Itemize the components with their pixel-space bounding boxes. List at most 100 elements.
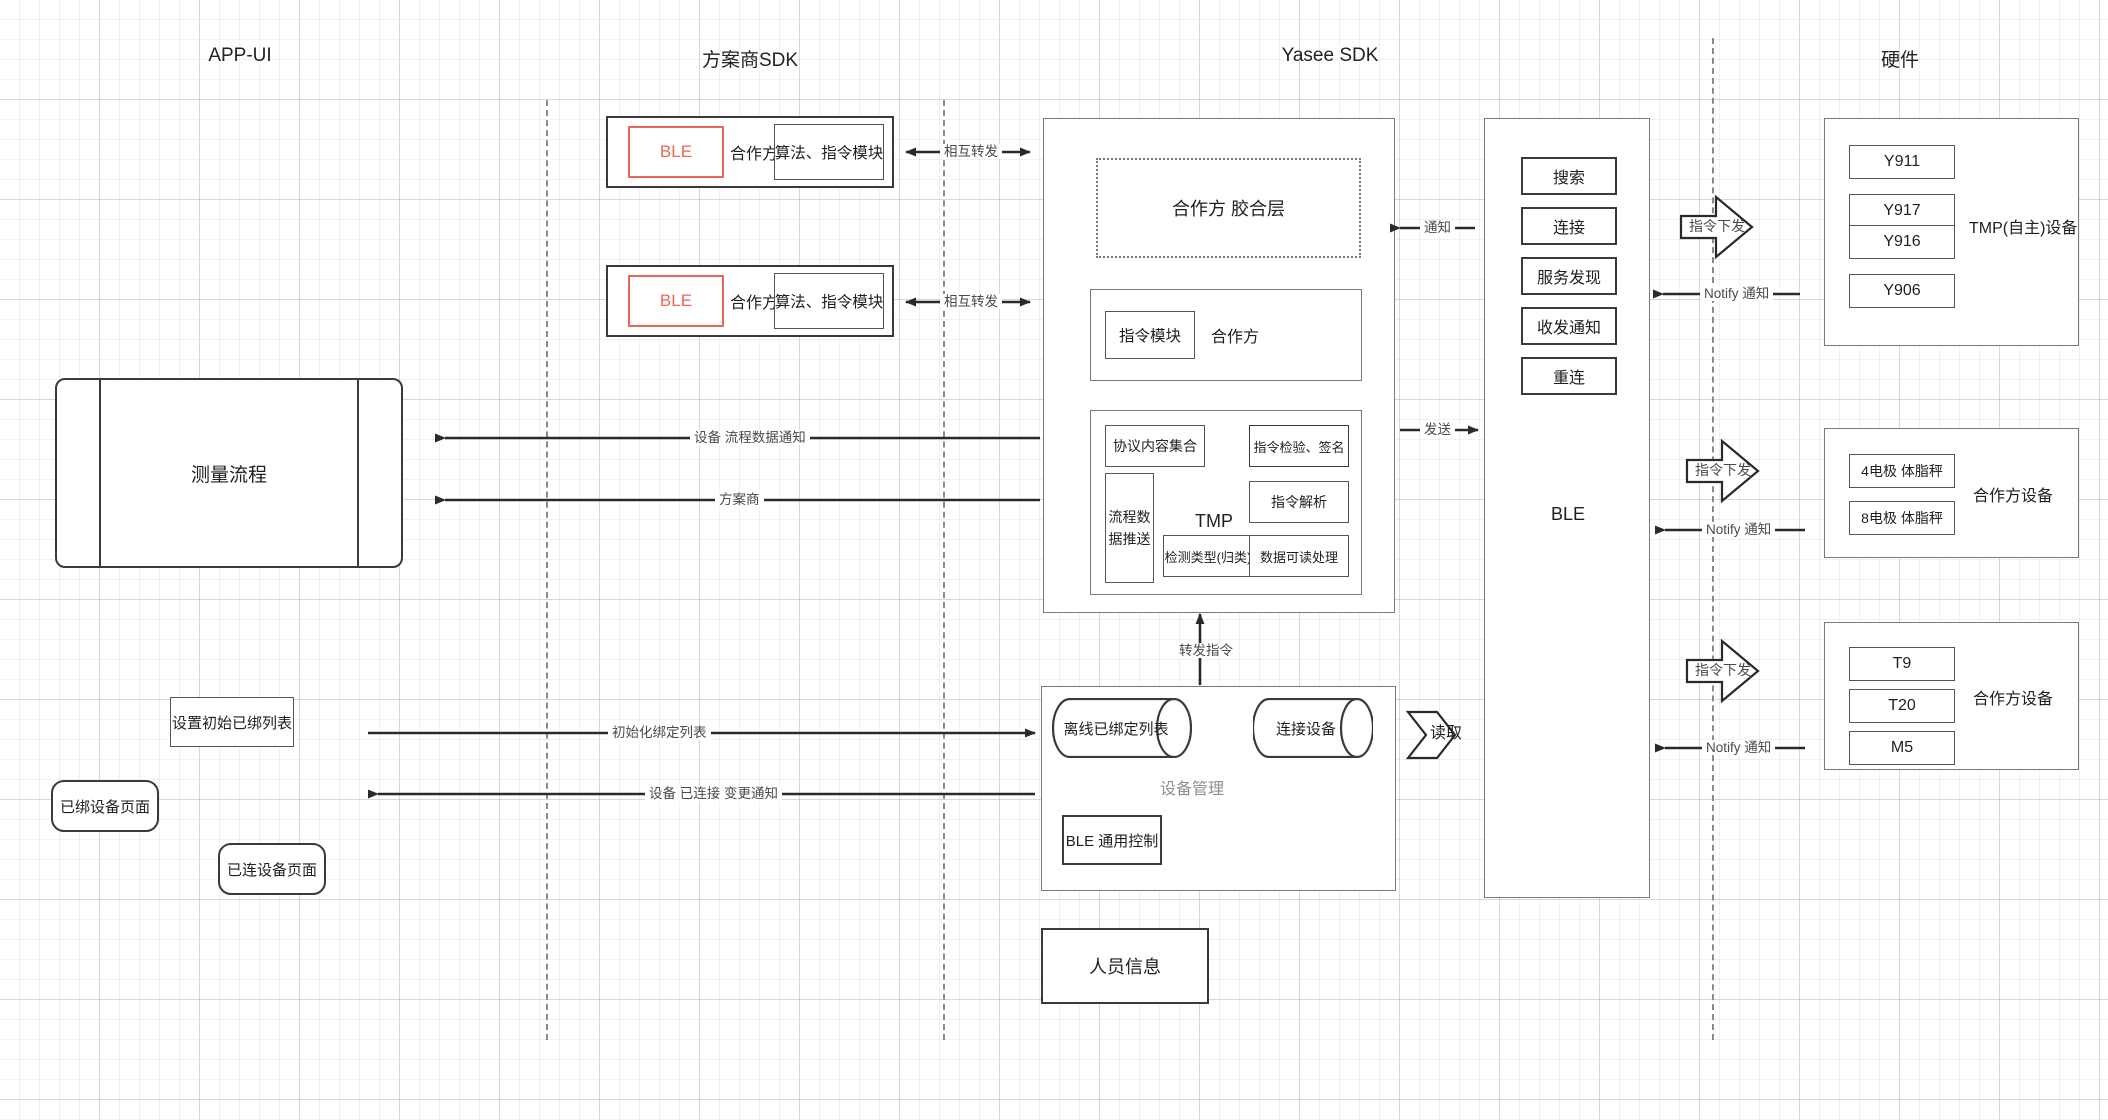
tmp-title: TMP: [1195, 511, 1233, 531]
hardware-device-y906-label: Y906: [1883, 282, 1921, 299]
arrow-label-command-down-3: 指令下发: [1695, 662, 1751, 678]
arrow-label-mutual-forward-1: 相互转发: [940, 144, 1002, 159]
flow-data-push-label: 流程数据推送: [1108, 509, 1151, 547]
flow-data-push-box[interactable]: 流程数据推送: [1105, 473, 1154, 583]
ble-item-service-discovery[interactable]: 服务发现: [1521, 257, 1617, 295]
data-readable-label: 数据可读处理: [1259, 549, 1338, 565]
yasee-partner-box[interactable]: 指令模块 合作方: [1090, 289, 1362, 381]
partner-ble-label-2: BLE: [659, 291, 693, 310]
detect-type-box[interactable]: 检测类型(归类): [1163, 535, 1253, 577]
ble-general-control-label: BLE 通用控制: [1065, 832, 1159, 850]
connected-device-page-box[interactable]: 已连设备页面: [218, 843, 326, 895]
ble-item-connect-label: 连接: [1552, 220, 1585, 237]
command-verify-sign-box[interactable]: 指令检验、签名: [1249, 425, 1349, 467]
arrow-label-forward-command: 转发指令: [1175, 643, 1237, 658]
ble-general-control-box[interactable]: BLE 通用控制: [1062, 815, 1162, 865]
set-initial-bound-list-label: 设置初始已绑列表: [171, 714, 292, 732]
ble-item-send-receive-notify[interactable]: 收发通知: [1521, 307, 1617, 345]
arrow-label-device-connected-change-notify: 设备 已连接 变更通知: [645, 786, 783, 801]
lane-title-yasee-sdk: Yasee SDK: [1281, 45, 1379, 66]
partner-algo-label-1: 算法、指令模块: [774, 145, 884, 162]
partner-ble-box-2[interactable]: BLE: [628, 275, 724, 327]
person-info-label: 人员信息: [1089, 957, 1161, 977]
partner-algo-box-1[interactable]: 算法、指令模块: [774, 124, 884, 180]
partner-algo-label-2: 算法、指令模块: [774, 294, 884, 311]
offline-bound-list-cylinder[interactable]: 离线已绑定列表: [1051, 697, 1193, 759]
hardware-device-y916-label: Y916: [1883, 233, 1921, 250]
connected-device-label: 连接设备: [1275, 721, 1336, 738]
hardware-device-y911-label: Y911: [1883, 153, 1921, 170]
lane-divider-3: [1712, 38, 1714, 1040]
tmp-container: 协议内容集合 指令检验、签名 流程数据推送 TMP 指令解析 检测类型(归类) …: [1090, 410, 1362, 595]
hardware-device-m5[interactable]: M5: [1849, 731, 1955, 765]
hardware-group-2-label: 合作方设备: [1973, 488, 2054, 505]
lane-divider-2: [943, 100, 945, 1040]
partner-sdk-module-1[interactable]: BLE 合作方 算法、指令模块: [606, 116, 894, 188]
arrow-label-init-bind-list: 初始化绑定列表: [608, 725, 711, 740]
hardware-device-t9-label: T9: [1892, 655, 1912, 672]
diagram-canvas: APP-UI 方案商SDK Yasee SDK 硬件 测量流程 设置初始已绑列表…: [0, 0, 2108, 1120]
ble-column-container: 搜索 连接 服务发现 收发通知 重连 BLE: [1484, 118, 1650, 898]
ble-item-reconnect[interactable]: 重连: [1521, 357, 1617, 395]
hardware-device-t20[interactable]: T20: [1849, 689, 1955, 723]
process-bar-left: [99, 380, 101, 566]
ble-column-footer-label: BLE: [1550, 504, 1586, 524]
ble-item-send-receive-notify-label: 收发通知: [1536, 320, 1601, 337]
hardware-device-8-electrode-scale[interactable]: 8电极 体脂秤: [1849, 501, 1955, 535]
ble-item-connect[interactable]: 连接: [1521, 207, 1617, 245]
command-parse-label: 指令解析: [1271, 494, 1327, 510]
glue-layer-box[interactable]: 合作方 胶合层: [1096, 158, 1361, 258]
bound-device-page-box[interactable]: 已绑设备页面: [51, 780, 159, 832]
hardware-device-y906[interactable]: Y906: [1849, 274, 1955, 308]
connected-device-page-label: 已连设备页面: [226, 861, 317, 879]
arrow-label-command-down-2: 指令下发: [1695, 462, 1751, 478]
ble-item-search[interactable]: 搜索: [1521, 157, 1617, 195]
lane-divider-1: [546, 100, 548, 1040]
partner-algo-box-2[interactable]: 算法、指令模块: [774, 273, 884, 329]
protocol-set-box[interactable]: 协议内容集合: [1105, 425, 1205, 467]
partner-label-2: 合作方: [729, 295, 778, 312]
device-manage-title: 设备管理: [1160, 781, 1225, 798]
person-info-box[interactable]: 人员信息: [1041, 928, 1209, 1004]
command-module-box[interactable]: 指令模块: [1105, 311, 1195, 359]
hardware-device-y917[interactable]: Y917: [1849, 194, 1955, 228]
arrow-label-command-down-1: 指令下发: [1689, 218, 1745, 234]
arrow-label-notify-1: Notify 通知: [1700, 286, 1774, 301]
partner-ble-label-1: BLE: [659, 142, 693, 161]
offline-bound-list-label: 离线已绑定列表: [1063, 721, 1169, 738]
arrow-label-notify-3: Notify 通知: [1702, 740, 1776, 755]
detect-type-label: 检测类型(归类): [1164, 549, 1252, 565]
hardware-device-y916[interactable]: Y916: [1849, 225, 1955, 259]
arrow-label-notify: 通知: [1420, 220, 1455, 235]
measure-flow-label: 测量流程: [190, 464, 267, 486]
data-readable-box[interactable]: 数据可读处理: [1249, 535, 1349, 577]
hardware-device-y911[interactable]: Y911: [1849, 145, 1955, 179]
hardware-device-t20-label: T20: [1888, 697, 1916, 714]
hardware-device-8-electrode-scale-label: 8电极 体脂秤: [1861, 510, 1943, 526]
hardware-device-m5-label: M5: [1890, 739, 1914, 756]
arrow-label-device-flow-data-notify: 设备 流程数据通知: [690, 430, 810, 445]
command-module-label: 指令模块: [1118, 328, 1181, 345]
command-verify-sign-label: 指令检验、签名: [1253, 439, 1345, 455]
partner-sdk-module-2[interactable]: BLE 合作方 算法、指令模块: [606, 265, 894, 337]
glue-layer-label: 合作方 胶合层: [1171, 199, 1285, 219]
hardware-group-1: Y911 Y917 Y916 Y906 TMP(自主)设备: [1824, 118, 2079, 346]
yasee-partner-label: 合作方: [1211, 329, 1260, 346]
ble-item-service-discovery-label: 服务发现: [1536, 270, 1601, 287]
set-initial-bound-list-box[interactable]: 设置初始已绑列表: [170, 697, 294, 747]
hardware-group-2: 4电极 体脂秤 8电极 体脂秤 合作方设备: [1824, 428, 2079, 558]
ble-item-search-label: 搜索: [1552, 170, 1585, 187]
hardware-group-1-label: TMP(自主)设备: [1969, 220, 2078, 237]
hardware-device-4-electrode-scale[interactable]: 4电极 体脂秤: [1849, 454, 1955, 488]
arrow-label-provider: 方案商: [715, 492, 764, 507]
command-parse-box[interactable]: 指令解析: [1249, 481, 1349, 523]
connected-device-cylinder[interactable]: 连接设备: [1251, 697, 1375, 759]
hardware-device-y917-label: Y917: [1883, 202, 1921, 219]
partner-ble-box-1[interactable]: BLE: [628, 126, 724, 178]
ble-item-reconnect-label: 重连: [1552, 370, 1585, 387]
hardware-device-t9[interactable]: T9: [1849, 647, 1955, 681]
arrow-label-mutual-forward-2: 相互转发: [940, 294, 1002, 309]
process-bar-right: [357, 380, 359, 566]
measure-flow-box[interactable]: 测量流程: [55, 378, 403, 568]
arrow-label-notify-2: Notify 通知: [1702, 522, 1776, 537]
